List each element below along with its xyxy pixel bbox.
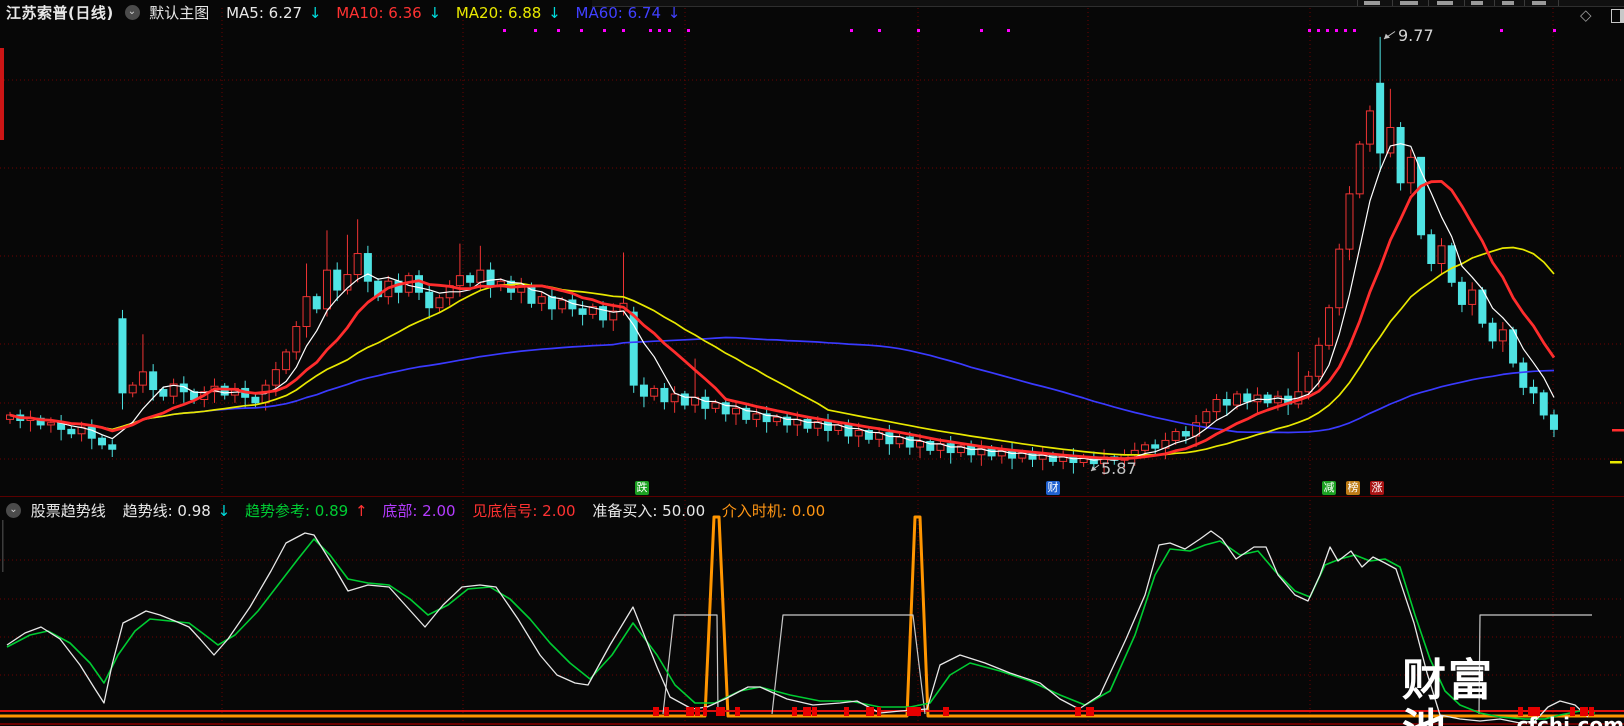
ma10-arrow-icon: ↓ [428,3,442,22]
indicator-name[interactable]: 股票趋势线 [31,502,106,520]
chevron-down-icon[interactable]: ⌄ [6,503,21,518]
toolbar-fragment-strip [592,0,1624,7]
signal-badge-bang: 榜 [1346,481,1360,495]
signal-badge-jian: 减 [1322,481,1336,495]
trend-ref-arrow-icon: ↑ [354,501,368,520]
signal-badge-die: 跌 [635,481,649,495]
toolbar-icon-fragment[interactable] [1471,1,1483,5]
ma20-arrow-icon: ↓ [548,3,561,22]
bottom-signal-value: 见底信号: 2.00 [472,502,576,520]
toolbar-icon-fragment[interactable] [1437,1,1453,5]
entry-timing-value: 介入时机: 0.00 [721,502,826,520]
ready-buy-value: 准备买入: 50.00 [592,502,706,520]
toolbar-button-divider [1357,0,1358,6]
toolbar-button-divider [1558,0,1559,6]
bottom-value: 底部: 2.00 [382,502,456,520]
stock-title: 江苏索普(日线) [6,4,114,22]
diamond-tool-icon[interactable]: ◇ [1580,6,1592,24]
indicator-chart[interactable] [0,498,1624,726]
ma10-legend: MA10: 6.36 [336,3,422,22]
high-price-label: 9.77 [1398,26,1434,45]
toolbar-button-divider [1464,0,1465,6]
watermark-brand: 财富池 [1402,655,1494,726]
toolbar-button-divider [1392,0,1393,6]
trendline-arrow-icon: ↓ [217,501,231,520]
toolbar-icon-fragment[interactable] [1364,1,1380,5]
main-chart-legend: 江苏索普(日线) ⌄ 默认主图 MA5: 6.27 ↓ MA10: 6.36 ↓… [6,2,690,23]
ma5-legend: MA5: 6.27 [226,3,303,22]
panel-layout-icon[interactable] [1611,9,1624,23]
signal-badge-cai: 财 [1046,481,1060,495]
indicator-legend: ⌄ 股票趋势线 趋势线: 0.98 ↓ 趋势参考: 0.89 ↑ 底部: 2.0… [6,500,837,520]
candlestick-chart[interactable] [0,0,1624,497]
toolbar-icon-fragment[interactable] [1502,1,1514,5]
toolbar-button-divider [1428,0,1429,6]
ma20-legend: MA20: 6.88 [455,3,542,22]
toolbar-icon-fragment[interactable] [1400,1,1418,5]
trading-app-window: ◇ 江苏索普(日线) ⌄ 默认主图 MA5: 6.27 ↓ MA10: 6.36… [0,0,1624,726]
trend-ref-value: 趋势参考: 0.89 [244,502,349,520]
ma5-arrow-icon: ↓ [308,3,322,22]
panel-divider[interactable] [0,496,1624,497]
trendline-value: 趋势线: 0.98 [122,502,211,520]
window-bottom-border [0,723,1624,725]
chevron-down-icon[interactable]: ⌄ [124,5,140,20]
toolbar-icon-fragment[interactable] [1532,1,1546,5]
watermark-domain: cfchi.com [1516,713,1624,726]
toolbar-button-divider [1524,0,1525,6]
toolbar-button-divider [1494,0,1495,6]
signal-badge-zhang: 涨 [1370,481,1384,495]
watermark: 财富池 cfchi.com 指标交易平台 [1402,656,1624,726]
low-price-label: 5.87 [1101,459,1137,478]
main-chart-label[interactable]: 默认主图 [149,4,209,22]
